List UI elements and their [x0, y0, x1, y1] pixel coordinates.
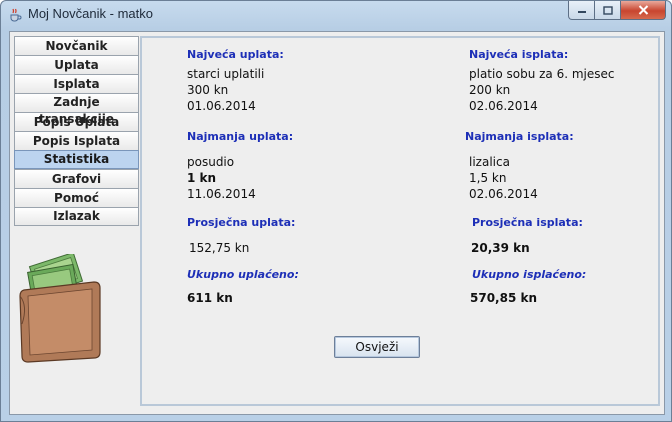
avg-income-amount: 152,75 kn — [189, 241, 250, 255]
max-income-amount: 300 kn — [187, 83, 229, 97]
nav-novcanik-button[interactable]: Novčanik — [14, 36, 139, 55]
max-expense-date: 02.06.2014 — [469, 99, 538, 113]
client-area: Novčanik Uplata Isplata Zadnje transakci… — [9, 31, 665, 415]
max-expense-description: platio sobu za 6. mjesec — [469, 67, 615, 81]
java-cup-icon — [10, 8, 22, 22]
window-controls — [568, 1, 666, 21]
nav-zadnje-transakcije-button[interactable]: Zadnje transakcije — [14, 93, 139, 126]
nav-isplata-button[interactable]: Isplata — [14, 74, 139, 93]
total-income-block: Ukupno uplaćeno: 611 kn — [187, 268, 299, 306]
min-income-description: posudio — [187, 155, 235, 169]
nav-grafovi-button[interactable]: Grafovi — [14, 169, 139, 188]
close-icon — [638, 5, 648, 15]
maximize-button[interactable] — [595, 1, 621, 20]
app-window: Moj Novčanik - matko Novčanik Uplata Isp… — [0, 0, 672, 422]
total-expense-block: Ukupno isplaćeno: 570,85 kn — [470, 268, 587, 306]
nav-uplata-button[interactable]: Uplata — [14, 55, 139, 74]
statistics-panel: Najveća uplata: starci uplatili 300 kn 0… — [140, 36, 660, 406]
maximize-icon — [602, 5, 613, 15]
minimize-icon — [577, 11, 586, 13]
title-bar[interactable]: Moj Novčanik - matko — [1, 1, 671, 29]
nav-popis-isplata-button[interactable]: Popis Isplata — [14, 131, 139, 150]
refresh-button[interactable]: Osvježi — [334, 336, 420, 358]
min-income-block: Najmanja uplata: posudio 1 kn 11.06.2014 — [187, 130, 293, 202]
wallet-icon — [19, 254, 101, 363]
max-income-block: Najveća uplata: starci uplatili 300 kn 0… — [187, 48, 284, 114]
max-expense-amount: 200 kn — [469, 83, 511, 97]
min-expense-block: Najmanja isplata: lizalica 1,5 kn 02.06.… — [465, 130, 574, 202]
max-expense-block: Najveća isplata: platio sobu za 6. mjese… — [469, 48, 615, 114]
nav-statistika-button[interactable]: Statistika — [14, 150, 139, 169]
window-title: Moj Novčanik - matko — [28, 6, 153, 21]
max-expense-heading: Najveća isplata: — [469, 48, 569, 61]
total-income-heading: Ukupno uplaćeno: — [187, 268, 299, 281]
total-expense-heading: Ukupno isplaćeno: — [472, 268, 587, 281]
min-income-amount: 1 kn — [187, 171, 217, 185]
avg-expense-amount: 20,39 kn — [471, 241, 530, 255]
nav-izlazak-button[interactable]: Izlazak — [14, 207, 139, 226]
nav-popis-uplata-button[interactable]: Popis Uplata — [14, 112, 139, 131]
avg-expense-block: Prosječna isplata: 20,39 kn — [471, 216, 583, 256]
total-expense-amount: 570,85 kn — [470, 291, 538, 305]
min-income-date: 11.06.2014 — [187, 187, 256, 201]
nav-pomoc-button[interactable]: Pomoć — [14, 188, 139, 207]
max-income-date: 01.06.2014 — [187, 99, 256, 113]
avg-expense-heading: Prosječna isplata: — [472, 216, 583, 229]
min-expense-date: 02.06.2014 — [469, 187, 538, 201]
close-button[interactable] — [621, 1, 666, 20]
min-income-heading: Najmanja uplata: — [187, 130, 294, 143]
min-expense-amount: 1,5 kn — [469, 171, 507, 185]
minimize-button[interactable] — [568, 1, 595, 20]
total-income-amount: 611 kn — [187, 291, 233, 305]
avg-income-heading: Prosječna uplata: — [187, 216, 296, 229]
sidebar-nav: Novčanik Uplata Isplata Zadnje transakci… — [14, 36, 141, 226]
max-income-description: starci uplatili — [187, 67, 265, 81]
min-expense-description: lizalica — [469, 155, 510, 169]
max-income-heading: Najveća uplata: — [187, 48, 284, 61]
avg-income-block: Prosječna uplata: 152,75 kn — [187, 216, 295, 256]
min-expense-heading: Najmanja isplata: — [465, 130, 574, 143]
